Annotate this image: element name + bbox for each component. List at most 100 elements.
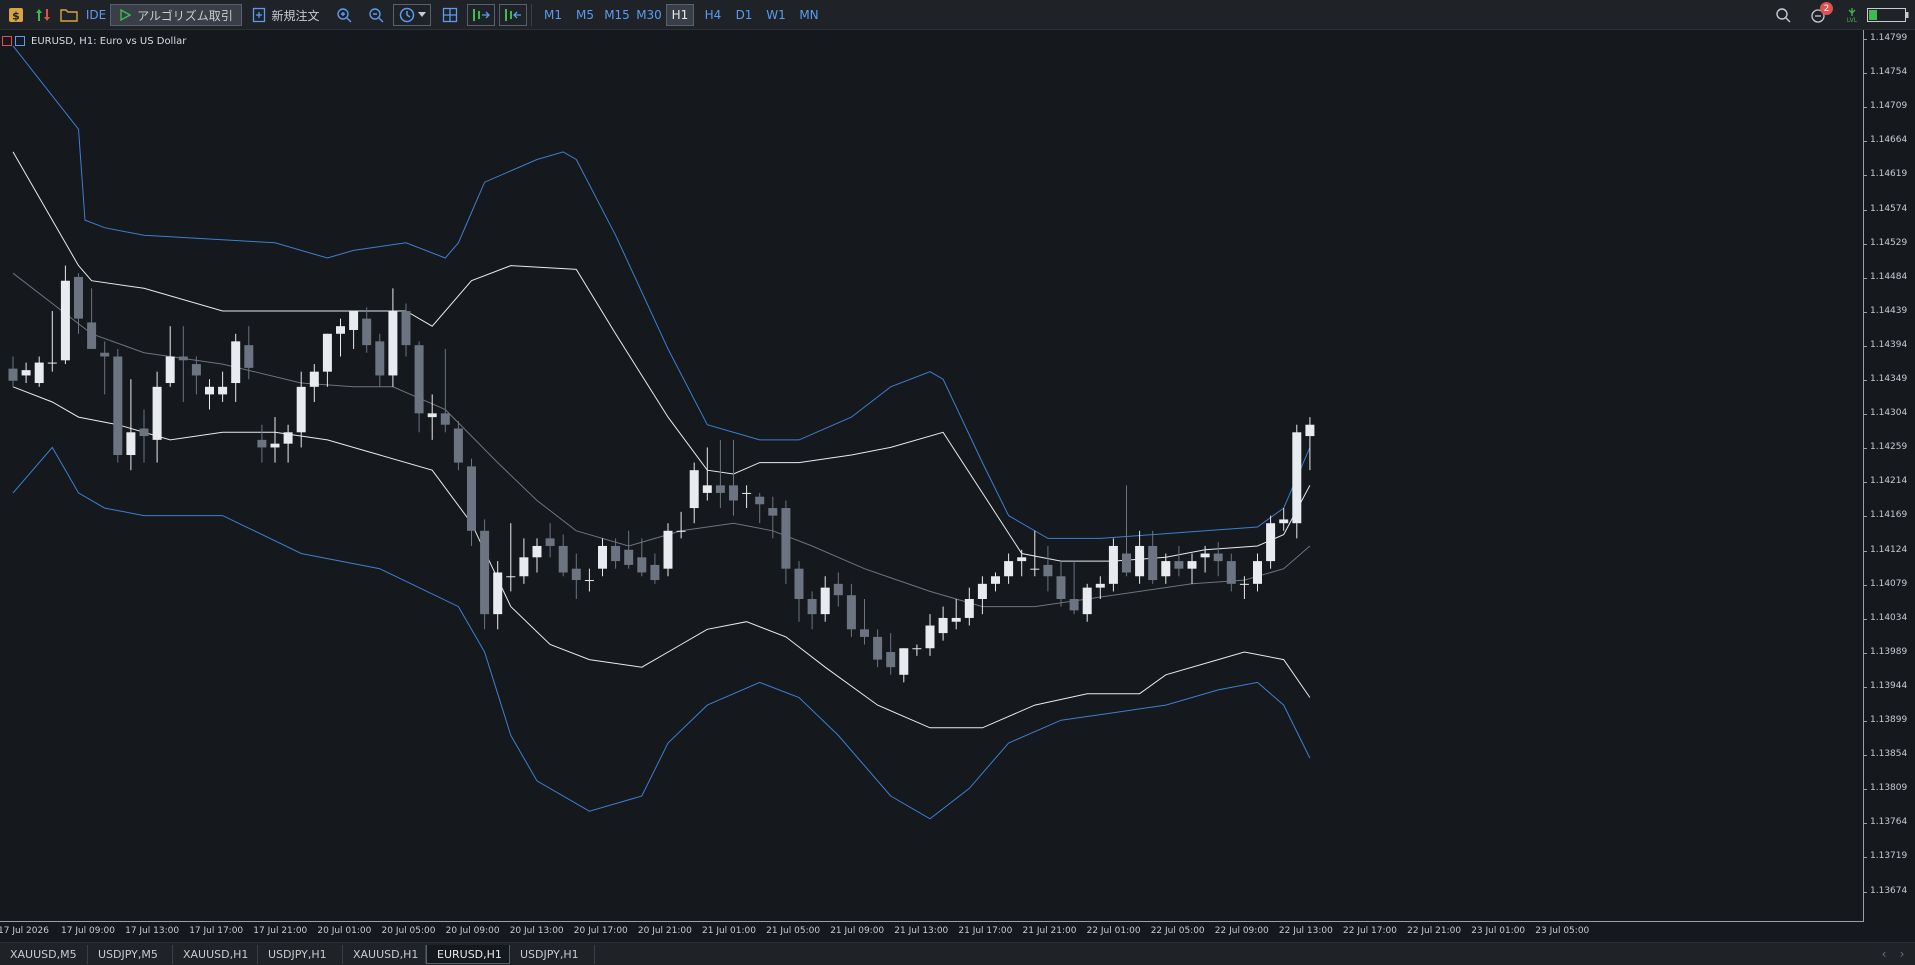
price-axis-label: 1.14259 xyxy=(1862,442,1907,452)
price-axis-label: 1.14349 xyxy=(1862,374,1907,384)
chart-tab[interactable]: XAUUSD,H1 xyxy=(343,945,426,964)
timeframe-w1-button[interactable]: W1 xyxy=(762,4,790,26)
candle-bear xyxy=(453,428,463,463)
price-chart[interactable] xyxy=(0,30,1863,921)
algo-trading-button[interactable]: アルゴリズム取引 xyxy=(110,4,242,26)
timeframe-h1-button[interactable]: H1 xyxy=(666,4,694,26)
price-axis[interactable]: 1.14799 1.14754 1.14709 1.14664 1.14619 1.145… xyxy=(1862,30,1915,922)
time-axis-label: 23 Jul 05:00 xyxy=(1535,926,1590,936)
candle-bull xyxy=(231,341,241,384)
time-axis-label: 21 Jul 09:00 xyxy=(830,926,885,936)
candle-bull xyxy=(1082,587,1092,615)
candle-bear xyxy=(729,485,738,501)
chart-legend: EURUSD, H1: Euro vs US Dollar xyxy=(2,34,186,48)
timeframe-m15-button[interactable]: M15 xyxy=(602,4,632,26)
grid-layout-icon[interactable] xyxy=(439,4,461,26)
price-axis-label: 1.14484 xyxy=(1862,272,1907,282)
svg-text:$: $ xyxy=(12,10,20,23)
timeframe-m5-button[interactable]: M5 xyxy=(571,4,599,26)
price-axis-label: 1.14079 xyxy=(1862,579,1907,589)
candle-bull xyxy=(296,386,306,433)
candle-bear xyxy=(113,356,123,456)
candle-bear xyxy=(244,345,254,368)
price-axis-label: 1.14394 xyxy=(1862,340,1907,350)
candle-bear xyxy=(624,549,634,565)
time-axis-label: 22 Jul 21:00 xyxy=(1407,926,1462,936)
candle-bull xyxy=(964,598,974,618)
chart-tab[interactable]: USDJPY,M5 xyxy=(88,945,173,964)
chart-tab[interactable]: XAUUSD,M5 xyxy=(0,945,88,964)
trade-arrows-icon[interactable] xyxy=(33,4,53,26)
chart-shift-icon[interactable] xyxy=(467,4,495,26)
candle-bear xyxy=(139,428,149,437)
price-axis-label: 1.14439 xyxy=(1862,306,1907,316)
timeframe-mn-button[interactable]: MN xyxy=(794,4,824,26)
chart-symbol-label: EURUSD, H1: Euro vs US Dollar xyxy=(31,35,187,47)
new-order-button[interactable]: 新規注文 xyxy=(250,4,322,26)
candle-bull xyxy=(1305,424,1315,437)
dollar-icon[interactable]: $ xyxy=(6,4,26,26)
candle-bull xyxy=(309,371,319,387)
timeframe-m30-button[interactable]: M30 xyxy=(634,4,664,26)
candle-bear xyxy=(8,368,18,381)
price-axis-label: 1.14574 xyxy=(1862,204,1907,214)
chart-menu-icon[interactable] xyxy=(2,36,12,46)
candle-bear xyxy=(650,564,660,581)
time-axis-label: 20 Jul 21:00 xyxy=(637,926,692,936)
folder-icon[interactable] xyxy=(59,4,79,26)
chart-tab[interactable]: USDJPY,H1 xyxy=(510,945,595,964)
time-axis-label: 17 Jul 2026 xyxy=(0,926,49,936)
depth-of-market-icon[interactable] xyxy=(15,36,25,46)
ide-button[interactable]: IDE xyxy=(84,4,108,26)
tabs-scroll-right-icon[interactable]: › xyxy=(1894,945,1910,963)
candle-bull xyxy=(1292,432,1302,524)
timeframe-m1-button[interactable]: M1 xyxy=(539,4,567,26)
chart-tab[interactable]: XAUUSD,H1 xyxy=(173,945,258,964)
autoscroll-icon[interactable] xyxy=(499,4,527,26)
chart-tab[interactable]: USDJPY,H1 xyxy=(258,945,343,964)
candle-bear xyxy=(467,466,476,531)
tabs-scroll-left-icon[interactable]: ‹ xyxy=(1876,945,1892,963)
candle-bull xyxy=(742,492,752,494)
candle-bull xyxy=(676,530,686,532)
candle-bull xyxy=(165,356,175,384)
zoom-in-icon[interactable] xyxy=(334,4,354,26)
candle-bear xyxy=(1043,564,1053,577)
candle-bear xyxy=(1213,553,1223,562)
notifications-button[interactable]: 2 xyxy=(1806,2,1833,26)
search-icon[interactable] xyxy=(1773,4,1793,26)
candle-bull xyxy=(47,362,57,364)
time-axis-label: 17 Jul 21:00 xyxy=(253,926,308,936)
candle-bull xyxy=(991,576,1000,584)
zoom-out-icon[interactable] xyxy=(366,4,386,26)
candle-bear xyxy=(833,583,843,596)
candle-bull xyxy=(427,413,437,418)
candle-bull xyxy=(283,432,293,444)
timeframe-d1-button[interactable]: D1 xyxy=(730,4,758,26)
candle-bull xyxy=(584,580,594,582)
timeframe-h4-button[interactable]: H4 xyxy=(699,4,727,26)
candle-bull xyxy=(925,625,935,649)
clock-icon xyxy=(399,7,414,23)
chart-area[interactable] xyxy=(0,30,1864,922)
candle-bear xyxy=(807,598,817,615)
candle-bull xyxy=(126,432,136,456)
time-axis[interactable]: 17 Jul 2026 17 Jul 09:00 17 Jul 13:00 17 Ju… xyxy=(0,922,1864,942)
new-order-label: 新規注文 xyxy=(271,8,320,23)
chart-tabs: XAUUSD,M5 USDJPY,M5 XAUUSD,H1 USDJPY,H1 … xyxy=(0,942,1915,965)
candle-bear xyxy=(257,439,267,448)
candle-bull xyxy=(702,485,712,493)
candle-bull xyxy=(899,648,909,675)
chevron-down-icon xyxy=(417,12,426,17)
bollinger-outer-lower xyxy=(12,446,1311,820)
play-icon xyxy=(120,9,132,21)
price-axis-label: 1.13944 xyxy=(1862,681,1907,691)
candle-bear xyxy=(558,545,568,573)
chart-tab-active[interactable]: EURUSD,H1 xyxy=(426,945,510,964)
candle-bull xyxy=(270,443,280,448)
candle-bear xyxy=(637,557,647,573)
candle-bull xyxy=(34,362,44,384)
candle-bull xyxy=(60,280,70,361)
candle-bear xyxy=(1226,561,1236,584)
timeframe-clock-dropdown[interactable] xyxy=(393,4,431,26)
